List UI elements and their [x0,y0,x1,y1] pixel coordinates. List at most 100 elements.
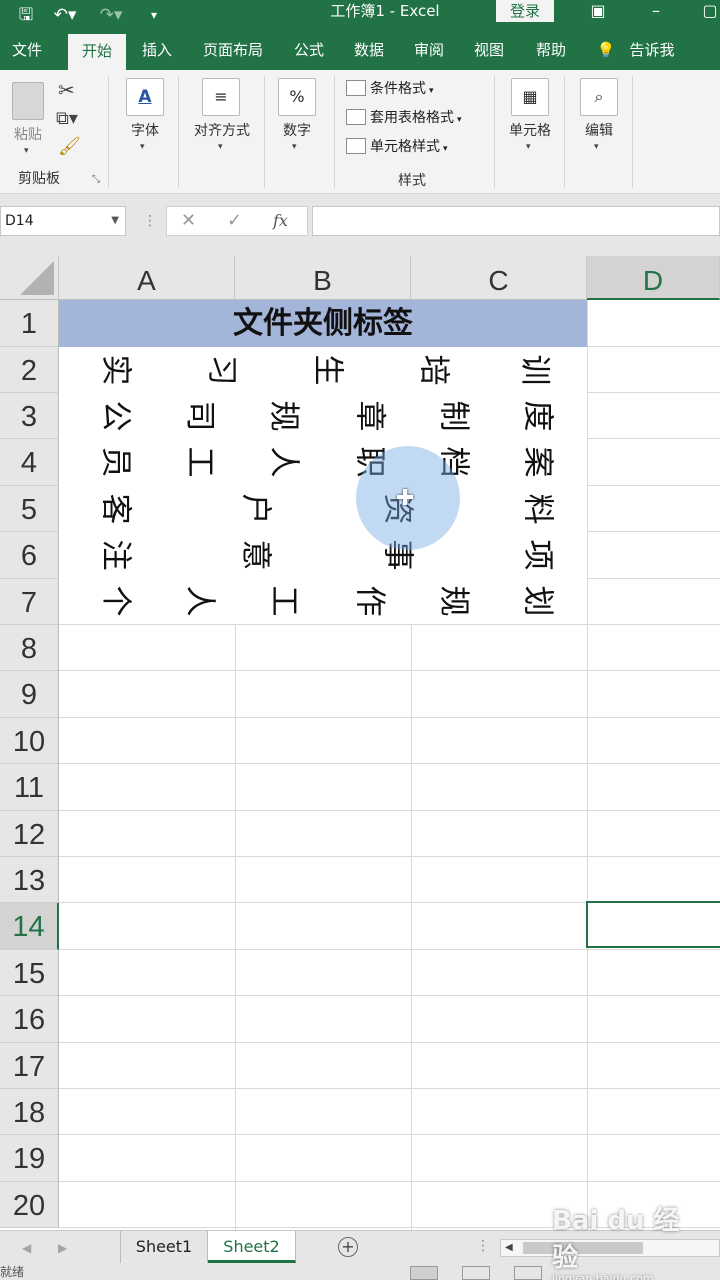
label-char: 司 [181,400,217,432]
gridline [59,1042,720,1043]
row-header[interactable]: 19 [0,1135,59,1182]
tab-home[interactable]: 开始 [68,34,126,70]
clipboard-icon [12,82,44,120]
row-header[interactable]: 17 [0,1043,59,1089]
column-header-a[interactable]: A [59,256,235,300]
gridline [59,949,720,950]
row-header[interactable]: 15 [0,950,59,996]
ribbon-display-options-icon[interactable]: ▣ [578,0,618,22]
insert-function-icon[interactable]: fx [273,207,288,235]
row-header[interactable]: 12 [0,811,59,857]
format-as-table-label: 套用表格格式 [370,110,454,126]
label-char: 注 [97,539,133,571]
worksheet-grid[interactable]: A B C D 1 2 3 4 5 6 7 8 9 10 11 12 13 14… [0,256,720,1230]
editing-button[interactable]: ⌕ 编辑 ▾ [578,76,620,166]
row-header[interactable]: 18 [0,1089,59,1135]
gridline [59,1088,720,1089]
sheet-tab-sheet2[interactable]: Sheet2 [208,1231,296,1263]
tab-page-layout[interactable]: 页面布局 [196,30,270,70]
drag-handle-icon[interactable]: ⋮ [143,213,157,229]
scroll-tabs-right-icon[interactable]: ▶ [58,1231,67,1265]
chevron-down-icon: ▾ [443,144,448,154]
label-char: 公 [97,400,133,432]
row-header[interactable]: 4 [0,439,59,486]
row-header[interactable]: 16 [0,996,59,1043]
lightbulb-icon: 💡 [596,41,616,59]
scroll-left-icon[interactable]: ◀ [505,1240,513,1256]
column-header-c[interactable]: C [411,256,587,300]
redo-icon[interactable]: ↷▾ [96,0,126,30]
font-icon: A [126,78,164,116]
conditional-format-button[interactable]: 条件格式 ▾ [346,76,434,102]
page-layout-view-icon[interactable] [462,1266,490,1280]
label-char: 规 [265,400,301,432]
font-button[interactable]: A 字体 ▾ [124,76,166,166]
selected-cell-d14[interactable] [586,901,720,948]
scroll-tabs-left-icon[interactable]: ◀ [22,1231,31,1265]
drag-handle-icon[interactable]: ⋮ [476,1238,490,1254]
cell-styles-button[interactable]: 单元格样式 ▾ [346,134,448,160]
paste-label: 粘贴 [14,127,42,143]
row-header[interactable]: 7 [0,579,59,625]
label-char: 人 [265,446,301,478]
tab-insert[interactable]: 插入 [134,30,180,70]
maximize-icon[interactable]: ▢ [690,0,720,22]
minimize-icon[interactable]: – [636,0,676,22]
tell-me-box[interactable]: 告诉我 [622,30,682,70]
format-painter-icon[interactable]: 🖌 [58,136,81,157]
label-char: 规 [435,585,471,617]
tab-review[interactable]: 审阅 [404,30,454,70]
copy-icon[interactable]: ⧉▾ [56,108,78,129]
normal-view-icon[interactable] [410,1266,438,1280]
login-button[interactable]: 登录 [496,0,554,22]
enter-icon[interactable]: ✓ [227,207,242,235]
sheet-tab-sheet1[interactable]: Sheet1 [120,1231,208,1263]
tab-formulas[interactable]: 公式 [284,30,334,70]
tab-view[interactable]: 视图 [464,30,514,70]
column-header-b[interactable]: B [235,256,411,300]
label-char: 培 [415,354,451,386]
tab-data[interactable]: 数据 [344,30,394,70]
customize-quick-access-icon[interactable]: ▾ [144,0,164,30]
paste-button[interactable]: 粘贴 ▾ [8,80,50,160]
gridline [59,1181,720,1182]
format-as-table-button[interactable]: 套用表格格式 ▾ [346,105,462,131]
row-header[interactable]: 2 [0,347,59,393]
alignment-button[interactable]: ≡ 对齐方式 ▾ [186,76,258,166]
formula-input[interactable] [312,206,720,236]
row-header-selected[interactable]: 14 [0,903,59,950]
search-icon: ⌕ [580,78,618,116]
label-block[interactable]: 实 习 生 培 训 公 司 规 章 制 度 员 工 人 职 档 案 客 户 资 … [59,347,587,624]
column-header-d[interactable]: D [587,256,720,300]
row-header[interactable]: 5 [0,486,59,532]
dialog-launcher-icon[interactable]: ⤡ [92,174,100,185]
row-header[interactable]: 10 [0,718,59,764]
cancel-icon[interactable]: ✕ [181,207,196,235]
add-sheet-icon[interactable]: + [338,1237,358,1257]
merged-title-cell[interactable]: 文件夹侧标签 [59,300,587,347]
gridline [59,717,720,718]
cells-button[interactable]: ▦ 单元格 ▾ [504,76,556,166]
select-all-triangle [20,261,54,295]
cut-icon[interactable]: ✂ [58,78,75,102]
page-break-view-icon[interactable] [514,1266,542,1280]
row-header[interactable]: 8 [0,625,59,671]
undo-icon[interactable]: ↶▾ [50,0,80,30]
row-header[interactable]: 1 [0,300,59,347]
select-all-button[interactable] [0,256,59,300]
row-header[interactable]: 20 [0,1182,59,1228]
row-header[interactable]: 11 [0,764,59,811]
tab-help[interactable]: 帮助 [526,30,576,70]
row-header[interactable]: 6 [0,532,59,579]
row-header[interactable]: 3 [0,393,59,439]
tab-file[interactable]: 文件 [0,30,54,70]
row-header[interactable]: 9 [0,671,59,718]
row-header[interactable]: 13 [0,857,59,903]
label-char: 实 [97,354,133,386]
save-icon[interactable]: 🖫 [14,0,38,30]
chevron-down-icon[interactable]: ▼ [111,207,119,235]
name-box[interactable]: D14 ▼ [0,206,126,236]
chevron-down-icon: ▾ [140,142,145,152]
percent-icon: % [278,78,316,116]
number-button[interactable]: % 数字 ▾ [276,76,318,166]
